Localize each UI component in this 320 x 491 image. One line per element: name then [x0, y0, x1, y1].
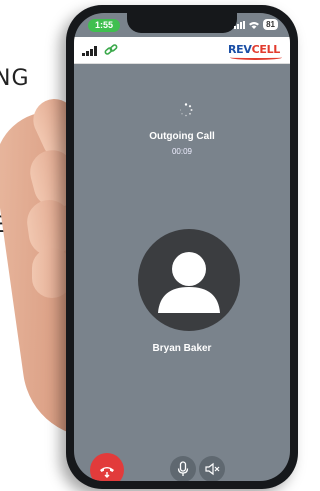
loading-spinner-icon [179, 103, 193, 117]
revcell-logo: REVCELL [228, 43, 282, 60]
call-status: Outgoing Call [149, 131, 215, 142]
cellular-signal-icon [234, 20, 246, 29]
call-timer: 00:09 [171, 147, 193, 156]
contact-name: Bryan Baker [152, 343, 212, 354]
speaker-button[interactable] [199, 456, 225, 481]
phone-notch [127, 13, 237, 33]
app-header: REVCELL [74, 37, 290, 64]
background-text-line-1: NG [0, 66, 30, 91]
wifi-icon [249, 21, 260, 29]
battery-indicator: 81 [263, 19, 278, 30]
hang-up-button[interactable] [90, 453, 124, 481]
microphone-icon [177, 461, 189, 476]
status-bar: 1:55 81 [74, 13, 290, 35]
link-icon [104, 44, 118, 55]
contact-avatar [138, 229, 240, 331]
status-indicators: 81 [234, 19, 278, 30]
user-silhouette-icon [158, 252, 220, 313]
mute-microphone-button[interactable] [170, 456, 196, 481]
status-time: 1:55 [88, 19, 121, 32]
phone-screen: 1:55 81 REVCELL Outgoing Call 00:09 Brya… [74, 13, 290, 481]
phone-device: 1:55 81 REVCELL Outgoing Call 00:09 Brya… [66, 5, 298, 489]
speaker-mute-icon [205, 462, 220, 476]
signal-strength-icon [82, 46, 97, 56]
phone-hangup-icon [100, 467, 114, 478]
